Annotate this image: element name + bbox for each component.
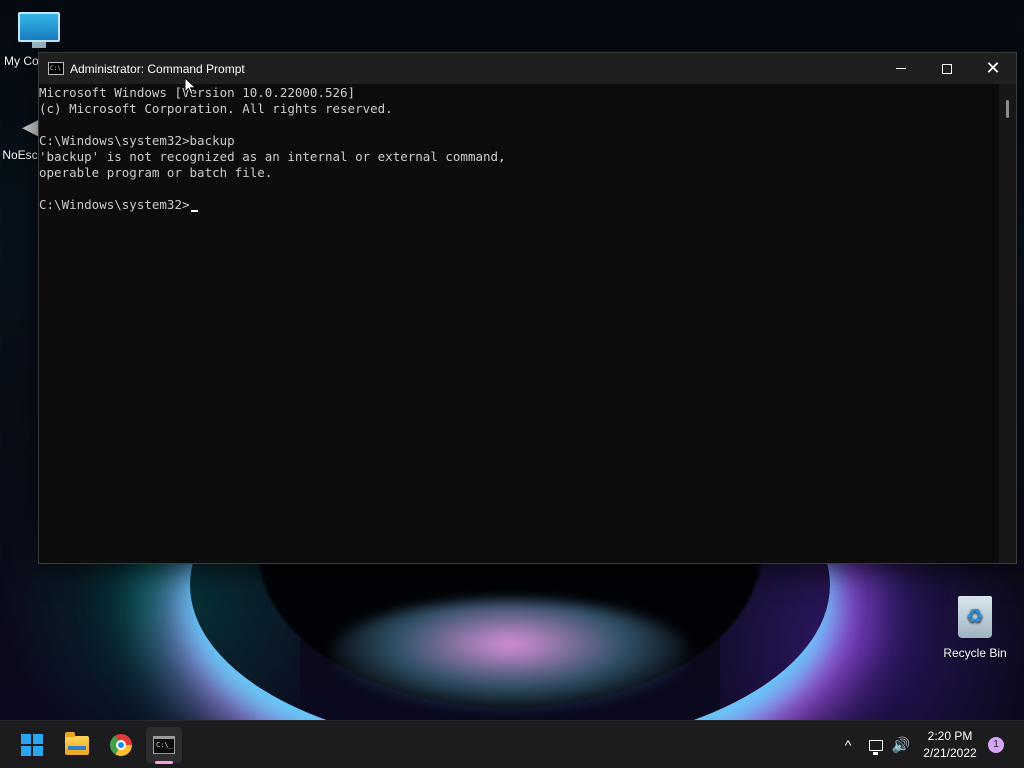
console-app-icon: C:\ — [48, 62, 64, 75]
volume-button[interactable]: 🔊 — [890, 721, 912, 768]
windows-logo-icon — [21, 734, 43, 756]
console-output[interactable]: Microsoft Windows [Version 10.0.22000.52… — [39, 84, 1000, 563]
minimize-icon — [896, 68, 906, 69]
clock-date: 2/21/2022 — [923, 746, 977, 760]
maximize-button[interactable] — [924, 53, 970, 84]
taskbar-chrome[interactable] — [104, 729, 138, 761]
chevron-up-icon: ^ — [844, 737, 852, 753]
window-controls: ✕ — [878, 53, 1016, 84]
notification-badge[interactable]: 1 — [988, 737, 1004, 753]
clock[interactable]: 2:20 PM 2/21/2022 — [918, 721, 982, 768]
chrome-icon — [110, 734, 132, 756]
active-app-indicator — [155, 761, 173, 764]
taskbar-command-prompt[interactable]: C:\_ — [146, 727, 182, 763]
monitor-icon — [18, 12, 60, 42]
vertical-scrollbar[interactable] — [999, 84, 1016, 563]
close-button[interactable]: ✕ — [970, 53, 1016, 84]
console-icon: C:\_ — [153, 736, 175, 754]
minimize-button[interactable] — [878, 53, 924, 84]
desktop-icon-recycle-bin[interactable]: ♻ Recycle Bin — [940, 596, 1010, 660]
console-prompt-line[interactable]: C:\Windows\system32> — [39, 197, 1000, 213]
console-line: Microsoft Windows [Version 10.0.22000.52… — [39, 85, 356, 100]
text-cursor — [190, 210, 198, 212]
console-line: operable program or batch file. — [39, 165, 273, 180]
scrollbar-thumb[interactable] — [1006, 100, 1009, 118]
console-line: (c) Microsoft Corporation. All rights re… — [39, 101, 393, 116]
console-line: C:\Windows\system32>backup — [39, 133, 235, 148]
folder-icon — [65, 731, 89, 755]
console-prompt: C:\Windows\system32> — [39, 197, 190, 212]
desktop-icon-label: Recycle Bin — [943, 646, 1007, 660]
maximize-icon — [942, 63, 952, 74]
speaker-icon: 🔊 — [891, 737, 911, 754]
command-prompt-window[interactable]: C:\ Administrator: Command Prompt ✕ Micr… — [38, 52, 1017, 564]
recycle-bin-icon: ♻ — [958, 596, 992, 638]
start-button[interactable] — [15, 729, 49, 761]
close-icon: ✕ — [985, 57, 1001, 79]
taskbar-file-explorer[interactable] — [60, 729, 94, 761]
console-line: 'backup' is not recognized as an interna… — [39, 149, 506, 164]
taskbar: C:\_ ^ 🔊 2:20 PM 2/21/2022 1 — [0, 720, 1024, 768]
show-hidden-icons-button[interactable]: ^ — [838, 721, 858, 768]
window-title: Administrator: Command Prompt — [70, 61, 245, 76]
network-button[interactable] — [866, 721, 886, 768]
clock-time: 2:20 PM — [927, 729, 973, 743]
network-icon — [869, 739, 883, 755]
